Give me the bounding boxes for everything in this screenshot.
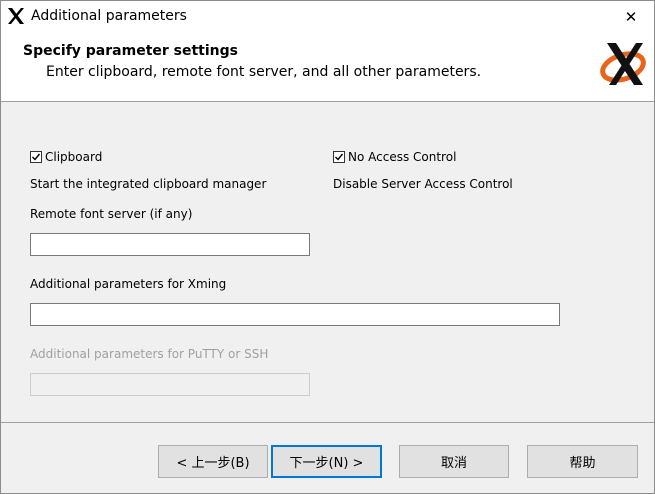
title-bar[interactable]: Additional parameters ✕: [1, 1, 654, 32]
dialog-window: Additional parameters ✕ Specify paramete…: [0, 0, 655, 494]
close-icon: ✕: [624, 7, 638, 26]
xming-logo-icon: [599, 40, 651, 88]
xming-x-icon: [6, 6, 26, 26]
header-title: Specify parameter settings: [23, 43, 238, 59]
no-access-control-option[interactable]: No Access Control: [333, 150, 456, 164]
header-subtitle: Enter clipboard, remote font server, and…: [46, 64, 482, 80]
back-button[interactable]: < 上一步(B): [158, 445, 268, 478]
clipboard-label: Clipboard: [45, 150, 103, 164]
putty-params-input: [30, 373, 310, 396]
xming-params-input[interactable]: [30, 303, 560, 326]
close-button[interactable]: ✕: [608, 1, 654, 32]
next-button[interactable]: 下一步(N) >: [271, 445, 382, 478]
clipboard-description: Start the integrated clipboard manager: [30, 177, 267, 191]
wizard-header: Specify parameter settings Enter clipboa…: [1, 32, 654, 102]
no-access-control-label: No Access Control: [348, 150, 457, 164]
footer-divider: [1, 422, 654, 423]
clipboard-checkbox[interactable]: [30, 151, 42, 163]
checkmark-icon: [335, 153, 344, 161]
font-server-label: Remote font server (if any): [30, 207, 193, 221]
window-title: Additional parameters: [31, 8, 187, 24]
clipboard-option[interactable]: Clipboard: [30, 150, 102, 164]
font-server-input[interactable]: [30, 233, 310, 256]
help-button[interactable]: 帮助: [527, 445, 638, 478]
no-access-control-checkbox[interactable]: [333, 151, 345, 163]
settings-panel: Clipboard Start the integrated clipboard…: [1, 102, 654, 422]
no-access-control-description: Disable Server Access Control: [333, 177, 513, 191]
putty-params-label: Additional parameters for PuTTY or SSH: [30, 347, 269, 361]
xming-params-label: Additional parameters for Xming: [30, 277, 227, 291]
checkmark-icon: [32, 153, 41, 161]
cancel-button[interactable]: 取消: [399, 445, 509, 478]
